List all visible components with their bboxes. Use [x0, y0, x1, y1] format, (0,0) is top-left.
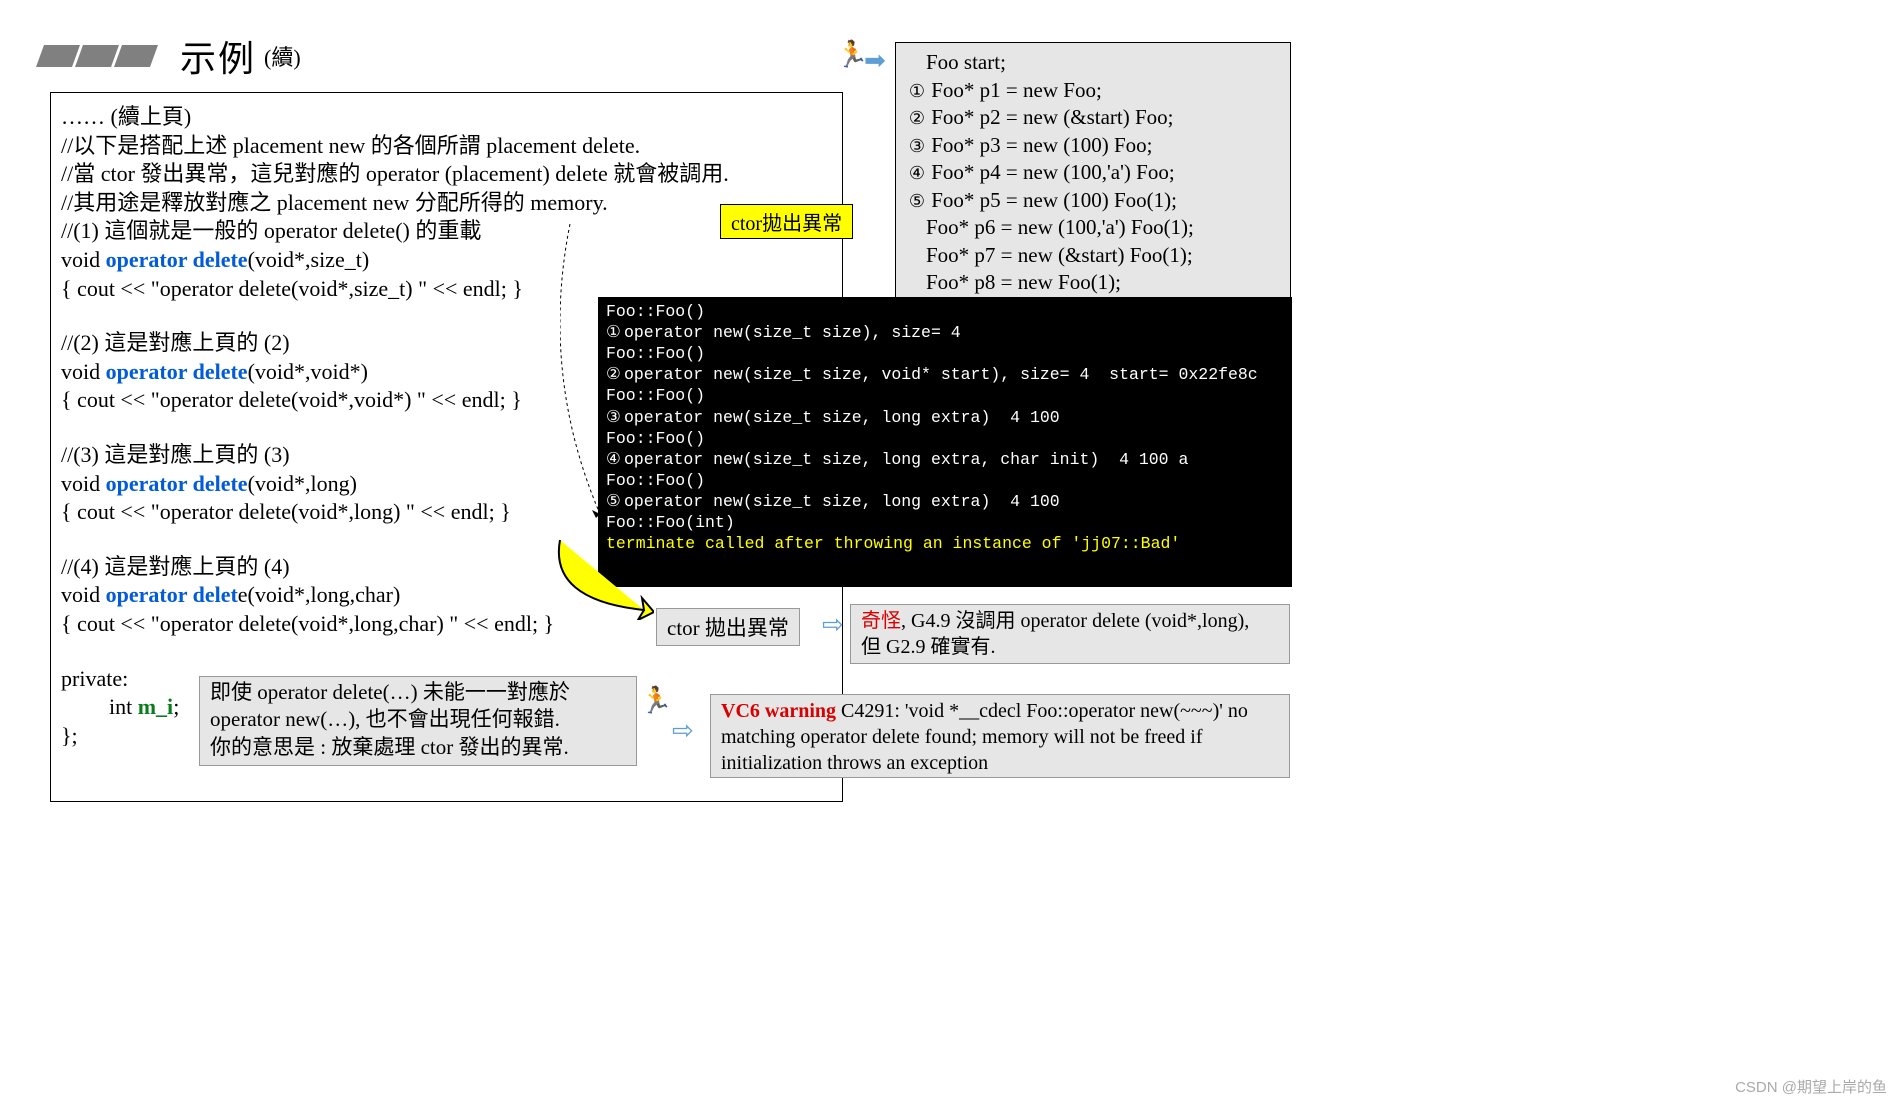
- arrow-right-icon: ⇨: [822, 610, 844, 640]
- line: operator new(…), 也不會出現任何報錯.: [210, 706, 626, 733]
- usage-code-block: Foo start; ① Foo* p1 = new Foo; ② Foo* p…: [895, 42, 1291, 308]
- member: m_i: [138, 694, 173, 719]
- watermark: CSDN @期望上岸的鱼: [1735, 1076, 1887, 1097]
- line: ② Foo* p2 = new (&start) Foo;: [908, 104, 1278, 132]
- terminate-line: terminate called after throwing an insta…: [606, 534, 1180, 553]
- strange-word: 奇怪: [861, 610, 901, 632]
- line: Foo* p6 = new (100,'a') Foo(1);: [908, 214, 1278, 242]
- line: 即使 operator delete(…) 未能一一對應於: [210, 679, 626, 706]
- line: void operator delete(void*,size_t): [61, 246, 832, 275]
- line: ③ Foo* p3 = new (100) Foo;: [908, 132, 1278, 160]
- ctor-throw-label: ctor拋出異常: [720, 204, 853, 239]
- arrow-right-icon: ➡: [864, 46, 886, 76]
- line: ④ Foo* p4 = new (100,'a') Foo;: [908, 159, 1278, 187]
- runner-icon: 🏃: [640, 686, 672, 716]
- keyword: operator delete: [106, 247, 248, 272]
- line: Foo* p7 = new (&start) Foo(1);: [908, 242, 1278, 270]
- yellow-arrow-icon: [554, 530, 654, 620]
- keyword: operator delete: [106, 471, 248, 496]
- subtitle: (續): [264, 40, 301, 72]
- keyword: operator delete: [106, 359, 248, 384]
- line: ① Foo* p1 = new Foo;: [908, 77, 1278, 105]
- line: ⑤ Foo* p5 = new (100) Foo(1);: [908, 187, 1278, 215]
- line: //以下是搭配上述 placement new 的各個所謂 placement …: [61, 132, 832, 161]
- line: …… (續上頁): [61, 103, 832, 132]
- console-output: Foo::Foo() ①operator new(size_t size), s…: [598, 297, 1292, 587]
- line: 你的意思是 : 放棄處理 ctor 發出的異常.: [210, 734, 626, 761]
- inner-note: 即使 operator delete(…) 未能一一對應於 operator n…: [199, 676, 637, 766]
- header-bars-icon: [36, 45, 158, 67]
- note-g49: 奇怪, G4.9 沒調用 operator delete (void*,long…: [850, 604, 1290, 664]
- ctor-throw-note: ctor 拋出異常: [656, 608, 800, 646]
- header: 示例 (續): [40, 30, 301, 82]
- note-vc6: VC6 warning C4291: 'void *__cdecl Foo::o…: [710, 694, 1290, 778]
- keyword: operator delet: [106, 582, 238, 607]
- vc6-warning: VC6 warning: [721, 700, 836, 722]
- line: Foo start;: [908, 49, 1278, 77]
- line: Foo* p8 = new Foo(1);: [908, 269, 1278, 297]
- arrow-right-icon: ⇨: [672, 716, 694, 746]
- line: //當 ctor 發出異常，這兒對應的 operator (placement)…: [61, 160, 832, 189]
- title: 示例: [180, 30, 256, 82]
- line: //其用途是釋放對應之 placement new 分配所得的 memory.: [61, 189, 832, 218]
- line: //(1) 這個就是一般的 operator delete() 的重載: [61, 217, 832, 246]
